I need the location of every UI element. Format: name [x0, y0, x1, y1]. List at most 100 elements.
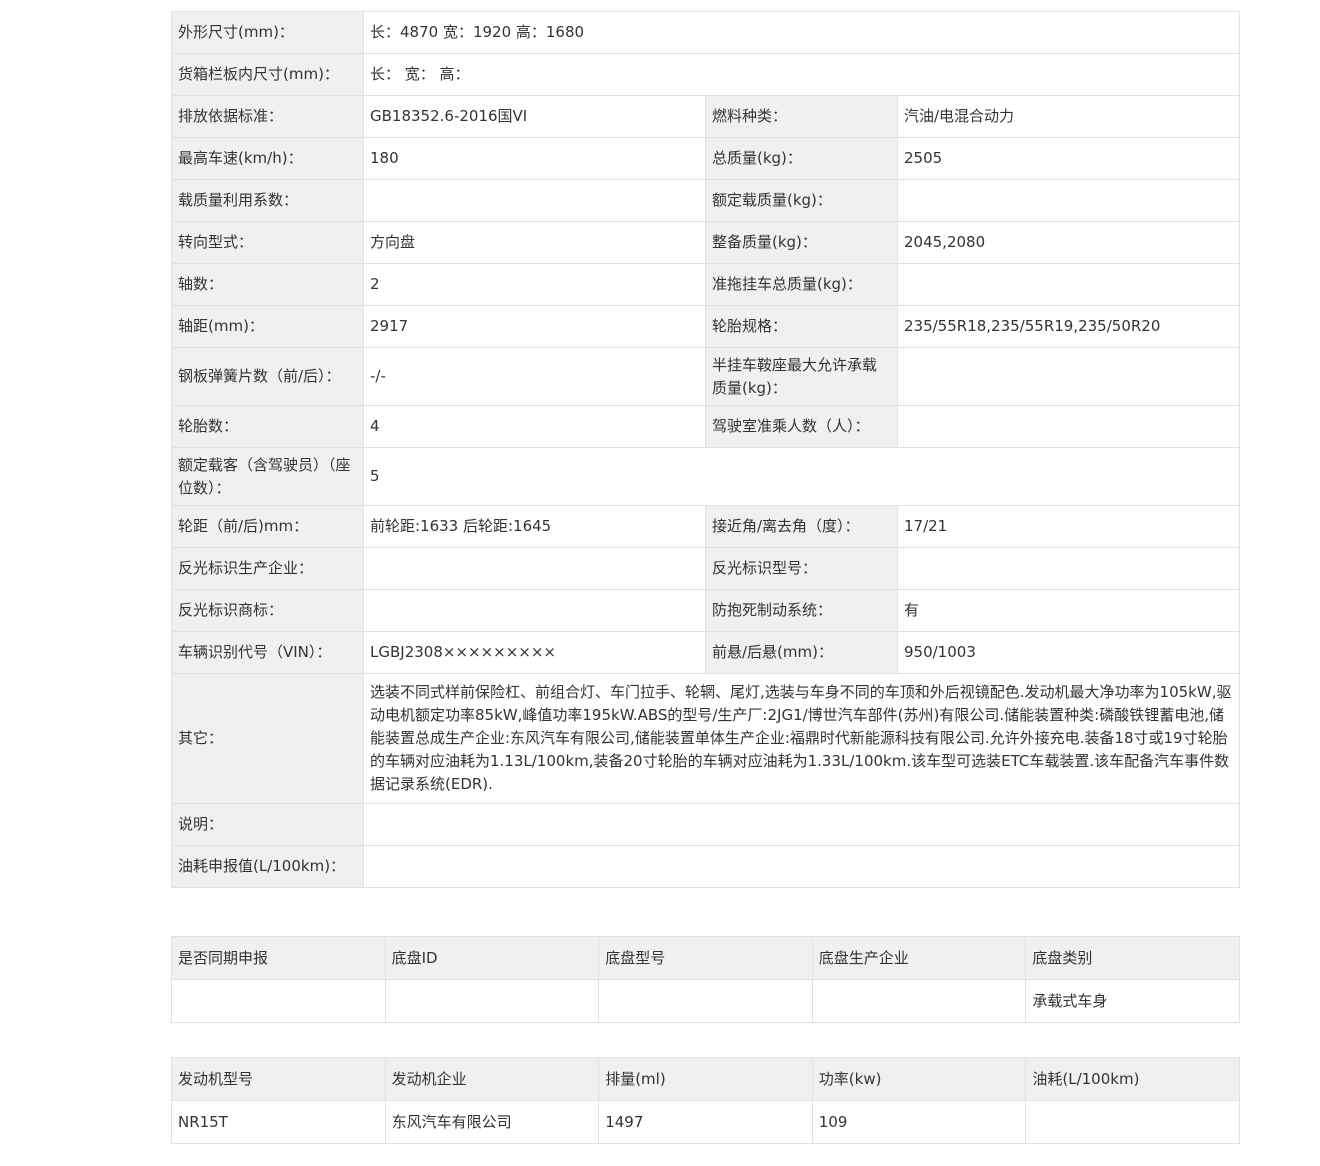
- column-header: 底盘型号: [598, 936, 813, 980]
- field-label: 钢板弹簧片数（前/后）：: [171, 347, 364, 406]
- field-value: -/-: [363, 347, 706, 406]
- field-label: 轮胎规格：: [705, 305, 898, 348]
- field-value: 长： 宽： 高：: [363, 53, 1240, 96]
- field-value: [363, 547, 706, 590]
- column-header: 排量(ml): [598, 1057, 813, 1101]
- engine-table: 发动机型号 发动机企业 排量(ml) 功率(kw) 油耗(L/100km) NR…: [171, 1057, 1240, 1144]
- field-label: 反光标识型号：: [705, 547, 898, 590]
- table-row: NR15T 东风汽车有限公司 1497 109: [171, 1100, 1240, 1144]
- table-cell: [384, 979, 600, 1023]
- spec-row: 载质量利用系数： 额定载质量(kg)：: [171, 179, 1240, 222]
- field-value: [897, 547, 1240, 590]
- field-label: 最高车速(km/h)：: [171, 137, 364, 180]
- field-label: 准拖挂车总质量(kg)：: [705, 263, 898, 306]
- spec-row: 车辆识别代号（VIN）： LGBJ2308××××××××× 前悬/后悬(mm)…: [171, 631, 1240, 674]
- column-header: 是否同期申报: [171, 936, 386, 980]
- field-label: 半挂车鞍座最大允许承载质量(kg)：: [705, 347, 898, 406]
- vehicle-spec-table: 外形尺寸(mm)： 长：4870 宽：1920 高：1680 货箱栏板内尺寸(m…: [171, 11, 1240, 888]
- column-header: 油耗(L/100km): [1025, 1057, 1240, 1101]
- column-header: 底盘生产企业: [811, 936, 1027, 980]
- table-cell: 109: [811, 1100, 1027, 1144]
- field-label: 轴距(mm)：: [171, 305, 364, 348]
- field-label: 防抱死制动系统：: [705, 589, 898, 632]
- table-row: 承载式车身: [171, 979, 1240, 1023]
- field-value: [897, 179, 1240, 222]
- field-label: 燃料种类：: [705, 95, 898, 138]
- field-value: 180: [363, 137, 706, 180]
- table-header-row: 是否同期申报 底盘ID 底盘型号 底盘生产企业 底盘类别: [171, 936, 1240, 980]
- field-value: [363, 845, 1240, 888]
- spec-row: 反光标识生产企业： 反光标识型号：: [171, 547, 1240, 590]
- column-header: 底盘ID: [384, 936, 600, 980]
- field-label: 其它：: [171, 673, 364, 804]
- spec-row: 轮胎数： 4 驾驶室准乘人数（人）：: [171, 405, 1240, 448]
- field-label: 转向型式：: [171, 221, 364, 264]
- field-label: 总质量(kg)：: [705, 137, 898, 180]
- field-label: 额定载客（含驾驶员）（座位数）：: [171, 447, 364, 506]
- field-value: 有: [897, 589, 1240, 632]
- table-cell: 1497: [598, 1100, 813, 1144]
- field-value: 17/21: [897, 505, 1240, 548]
- field-value: 2505: [897, 137, 1240, 180]
- spec-row-fuel-declared: 油耗申报值(L/100km)：: [171, 845, 1240, 888]
- spec-row-dimensions: 外形尺寸(mm)： 长：4870 宽：1920 高：1680: [171, 11, 1240, 54]
- column-header: 发动机企业: [384, 1057, 600, 1101]
- spec-row-cargo-box: 货箱栏板内尺寸(mm)： 长： 宽： 高：: [171, 53, 1240, 96]
- field-value: [897, 263, 1240, 306]
- field-value: 汽油/电混合动力: [897, 95, 1240, 138]
- spec-row: 排放依据标准： GB18352.6-2016国VI 燃料种类： 汽油/电混合动力: [171, 95, 1240, 138]
- field-label: 整备质量(kg)：: [705, 221, 898, 264]
- field-value: [897, 347, 1240, 406]
- table-cell: [171, 979, 386, 1023]
- field-value: 4: [363, 405, 706, 448]
- field-label: 反光标识生产企业：: [171, 547, 364, 590]
- field-label: 前悬/后悬(mm)：: [705, 631, 898, 674]
- spec-row-note: 说明：: [171, 803, 1240, 846]
- field-label: 货箱栏板内尺寸(mm)：: [171, 53, 364, 96]
- field-label: 驾驶室准乘人数（人）：: [705, 405, 898, 448]
- spec-row: 反光标识商标： 防抱死制动系统： 有: [171, 589, 1240, 632]
- field-label: 额定载质量(kg)：: [705, 179, 898, 222]
- field-label: 轴数：: [171, 263, 364, 306]
- field-label: 说明：: [171, 803, 364, 846]
- table-cell: 承载式车身: [1025, 979, 1240, 1023]
- field-value: [897, 405, 1240, 448]
- field-label: 外形尺寸(mm)：: [171, 11, 364, 54]
- field-value: 前轮距:1633 后轮距:1645: [363, 505, 706, 548]
- field-value: 选装不同式样前保险杠、前组合灯、车门拉手、轮辋、尾灯,选装与车身不同的车顶和外后…: [363, 673, 1240, 804]
- field-label: 载质量利用系数：: [171, 179, 364, 222]
- table-cell: [598, 979, 813, 1023]
- spec-row-passengers: 额定载客（含驾驶员）（座位数）： 5: [171, 447, 1240, 506]
- column-header: 底盘类别: [1025, 936, 1240, 980]
- spec-row: 最高车速(km/h)： 180 总质量(kg)： 2505: [171, 137, 1240, 180]
- field-value: 950/1003: [897, 631, 1240, 674]
- field-label: 车辆识别代号（VIN）：: [171, 631, 364, 674]
- spec-row-other: 其它： 选装不同式样前保险杠、前组合灯、车门拉手、轮辋、尾灯,选装与车身不同的车…: [171, 673, 1240, 804]
- field-value: GB18352.6-2016国VI: [363, 95, 706, 138]
- field-label: 轮距（前/后)mm：: [171, 505, 364, 548]
- table-header-row: 发动机型号 发动机企业 排量(ml) 功率(kw) 油耗(L/100km): [171, 1057, 1240, 1101]
- spec-row: 轴数： 2 准拖挂车总质量(kg)：: [171, 263, 1240, 306]
- column-header: 发动机型号: [171, 1057, 386, 1101]
- table-cell: [1025, 1100, 1240, 1144]
- field-label: 轮胎数：: [171, 405, 364, 448]
- field-value: 5: [363, 447, 1240, 506]
- spec-row: 轴距(mm)： 2917 轮胎规格： 235/55R18,235/55R19,2…: [171, 305, 1240, 348]
- column-header: 功率(kw): [811, 1057, 1027, 1101]
- field-value: LGBJ2308×××××××××: [363, 631, 706, 674]
- spec-row: 钢板弹簧片数（前/后）： -/- 半挂车鞍座最大允许承载质量(kg)：: [171, 347, 1240, 406]
- spec-row: 转向型式： 方向盘 整备质量(kg)： 2045,2080: [171, 221, 1240, 264]
- field-value: 方向盘: [363, 221, 706, 264]
- field-label: 排放依据标准：: [171, 95, 364, 138]
- field-label: 油耗申报值(L/100km)：: [171, 845, 364, 888]
- field-value: 2917: [363, 305, 706, 348]
- spec-row: 轮距（前/后)mm： 前轮距:1633 后轮距:1645 接近角/离去角（度）：…: [171, 505, 1240, 548]
- table-cell: 东风汽车有限公司: [384, 1100, 600, 1144]
- field-value: 235/55R18,235/55R19,235/50R20: [897, 305, 1240, 348]
- field-value: [363, 179, 706, 222]
- field-label: 反光标识商标：: [171, 589, 364, 632]
- field-value: [363, 589, 706, 632]
- field-value: [363, 803, 1240, 846]
- chassis-table: 是否同期申报 底盘ID 底盘型号 底盘生产企业 底盘类别 承载式车身: [171, 936, 1240, 1023]
- field-value: 长：4870 宽：1920 高：1680: [363, 11, 1240, 54]
